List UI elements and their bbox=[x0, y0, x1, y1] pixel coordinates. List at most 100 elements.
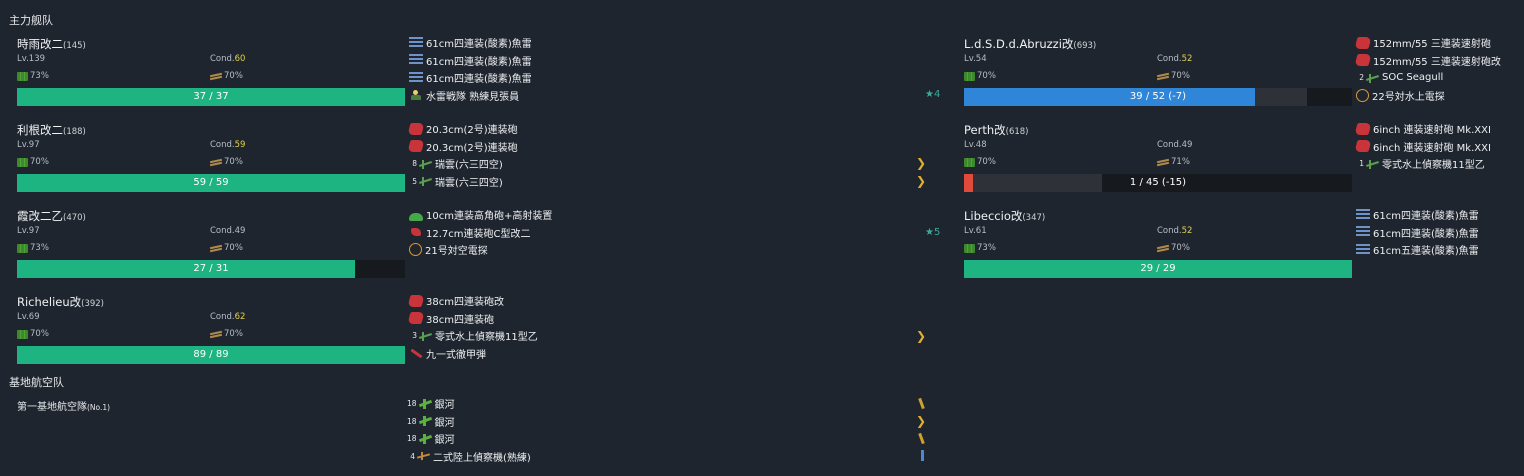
ship-ammo: 70% bbox=[210, 71, 243, 81]
equipment-slot[interactable]: 61cm四連装(酸素)魚雷 bbox=[409, 34, 532, 51]
equipment-slot[interactable]: 38cm四連装砲改 bbox=[407, 292, 504, 309]
hp-bar: 27 / 31 bbox=[17, 260, 405, 278]
equipment-slot[interactable]: 18 銀河 bbox=[407, 430, 455, 447]
equipment-slot[interactable]: 152mm/55 三連装速射砲 bbox=[1354, 34, 1491, 51]
equipment-slot[interactable]: 61cm五連装(酸素)魚雷 bbox=[1356, 241, 1479, 258]
equipment-slot[interactable]: 61cm四連装(酸素)魚雷 bbox=[1356, 224, 1479, 241]
equipment-name: 61cm四連装(酸素)魚雷 bbox=[1373, 211, 1479, 222]
equipment-slot[interactable]: 10cm連装高角砲+高射装置 bbox=[409, 206, 552, 223]
equipment-slot[interactable]: 20.3cm(2号)連装砲 bbox=[407, 120, 518, 137]
equipment-name: 20.3cm(2号)連装砲 bbox=[426, 142, 518, 154]
equipment-slot[interactable]: 18 銀河 bbox=[407, 395, 455, 412]
radar-icon bbox=[409, 243, 422, 256]
aircraft-count: 1 bbox=[1359, 159, 1364, 168]
equipment-name: 152mm/55 三連装速射砲 bbox=[1373, 39, 1491, 50]
proficiency-tick-icon bbox=[918, 397, 925, 410]
equipment-slot[interactable]: 152mm/55 三連装速射砲改 bbox=[1354, 52, 1501, 69]
ship-ammo: 70% bbox=[210, 329, 243, 339]
hp-bar: 89 / 89 bbox=[17, 346, 405, 364]
ship-card[interactable]: Libeccio改(347) Lv.61 Cond.52 73% 70% 29 … bbox=[964, 208, 1352, 278]
ammo-icon bbox=[210, 159, 222, 166]
improvement-star: ★4 bbox=[925, 89, 941, 100]
hp-text: 29 / 29 bbox=[1140, 263, 1176, 274]
improvement-star: ★5 bbox=[925, 227, 941, 238]
torpedo-icon bbox=[1356, 243, 1370, 256]
aircraft-count: 18 bbox=[407, 434, 417, 443]
fuel-icon bbox=[17, 157, 28, 167]
ship-level: Lv.69 bbox=[17, 312, 40, 322]
aircraft-count: 3 bbox=[412, 331, 417, 340]
ship-ammo: 71% bbox=[1157, 157, 1190, 167]
ship-card[interactable]: L.d.S.D.d.Abruzzi改(693) Lv.54 Cond.52 70… bbox=[964, 36, 1352, 106]
equipment-slot[interactable]: 22号対水上電探 bbox=[1356, 87, 1445, 104]
ship-ammo: 70% bbox=[210, 243, 243, 253]
ship-ammo: 70% bbox=[1157, 71, 1190, 81]
gun-icon bbox=[1354, 54, 1372, 66]
ship-card[interactable]: 利根改二(188) Lv.97 Cond.59 70% 70% 59 / 59 bbox=[17, 122, 405, 192]
equipment-name: 38cm四連装砲改 bbox=[426, 297, 504, 308]
aircraft-count: 5 bbox=[412, 176, 417, 186]
seaplane-icon bbox=[418, 175, 432, 187]
fuel-icon bbox=[17, 243, 28, 253]
equipment-name: 6inch 連装速射砲 Mk.XXI bbox=[1373, 142, 1491, 154]
equipment-slot[interactable]: 九一式徹甲弾 bbox=[409, 345, 486, 362]
ship-level: Lv.97 bbox=[17, 140, 40, 150]
torpedo-icon bbox=[409, 71, 423, 84]
proficiency-chevron-icon: ❯ bbox=[916, 414, 927, 428]
ship-name: Libeccio改(347) bbox=[964, 209, 1046, 223]
equipment-slot[interactable]: 6inch 連装速射砲 Mk.XXI bbox=[1354, 138, 1491, 155]
base-air-corps-name: 第一基地航空隊(No.1) bbox=[17, 402, 111, 413]
ship-card[interactable]: Richelieu改(392) Lv.69 Cond.62 70% 70% 89… bbox=[17, 294, 405, 364]
equipment-slot[interactable]: 61cm四連装(酸素)魚雷 bbox=[1356, 206, 1479, 223]
recon-plane-icon bbox=[416, 450, 430, 462]
equipment-slot[interactable]: 6inch 連装速射砲 Mk.XXI bbox=[1354, 120, 1491, 137]
equipment-slot[interactable]: 8 瑞雲(六三四空) bbox=[409, 155, 503, 172]
equipment-slot[interactable]: 20.3cm(2号)連装砲 bbox=[407, 138, 518, 155]
equipment-slot[interactable]: 61cm四連装(酸素)魚雷 bbox=[409, 69, 532, 86]
equipment-slot[interactable]: 3 零式水上偵察機11型乙 bbox=[409, 327, 538, 344]
equipment-slot[interactable]: 1 零式水上偵察機11型乙 bbox=[1356, 155, 1485, 172]
ammo-icon bbox=[210, 73, 222, 80]
ship-condition: Cond.59 bbox=[210, 140, 246, 150]
ship-card[interactable]: 時雨改二(145) Lv.139 Cond.60 73% 70% 37 / 37 bbox=[17, 36, 405, 106]
equipment-name: 152mm/55 三連装速射砲改 bbox=[1373, 56, 1501, 68]
equipment-slot[interactable]: 水雷戦隊 熟練見張員 bbox=[409, 87, 519, 104]
equipment-name: 零式水上偵察機11型乙 bbox=[435, 332, 538, 343]
ship-card[interactable]: 霞改二乙(470) Lv.97 Cond.49 73% 70% 27 / 31 bbox=[17, 208, 405, 278]
equipment-slot[interactable]: 4 二式陸上偵察機(熟練) bbox=[407, 448, 531, 465]
equipment-slot[interactable]: 5 瑞雲(六三四空) bbox=[409, 173, 503, 190]
torpedo-icon bbox=[1356, 208, 1370, 221]
hp-bar: 29 / 29 bbox=[964, 260, 1352, 278]
crew-icon bbox=[409, 89, 423, 101]
seaplane-icon bbox=[1365, 72, 1379, 84]
seaplane-icon bbox=[1365, 158, 1379, 170]
equipment-name: 61cm四連装(酸素)魚雷 bbox=[426, 39, 532, 50]
fuel-icon bbox=[964, 243, 975, 253]
ammo-icon bbox=[1157, 245, 1169, 252]
equipment-slot[interactable]: 18 銀河 bbox=[407, 413, 455, 430]
ship-name: 時雨改二(145) bbox=[17, 37, 86, 51]
equipment-slot[interactable]: 38cm四連装砲 bbox=[407, 310, 494, 327]
equipment-name: 零式水上偵察機11型乙 bbox=[1382, 160, 1485, 171]
ship-fuel: 73% bbox=[964, 243, 996, 253]
equipment-slot[interactable]: 61cm四連装(酸素)魚雷 bbox=[409, 52, 532, 69]
ship-name: L.d.S.D.d.Abruzzi改(693) bbox=[964, 37, 1097, 51]
fuel-icon bbox=[964, 157, 975, 167]
bomber-icon bbox=[418, 398, 432, 410]
fuel-icon bbox=[17, 329, 28, 339]
equipment-slot[interactable]: 2 SOC Seagull bbox=[1356, 69, 1443, 86]
ship-condition: Cond.60 bbox=[210, 54, 246, 64]
ship-fuel: 70% bbox=[17, 329, 49, 339]
equipment-name: 61cm四連装(酸素)魚雷 bbox=[1373, 228, 1479, 240]
equipment-slot[interactable]: 12.7cm連装砲C型改二 bbox=[409, 224, 531, 241]
ship-card[interactable]: Perth改(618) Lv.48 Cond.49 70% 71% 1 / 45… bbox=[964, 122, 1352, 192]
ship-level: Lv.54 bbox=[964, 54, 987, 64]
ship-condition: Cond.52 bbox=[1157, 226, 1193, 236]
equipment-name: 瑞雲(六三四空) bbox=[435, 177, 503, 189]
ship-level: Lv.61 bbox=[964, 226, 987, 236]
radar-icon bbox=[1356, 88, 1369, 102]
ammo-icon bbox=[210, 245, 222, 252]
equipment-slot[interactable]: 21号対空電探 bbox=[409, 241, 488, 258]
gun-icon bbox=[1354, 122, 1372, 135]
gun-icon bbox=[1354, 140, 1372, 152]
